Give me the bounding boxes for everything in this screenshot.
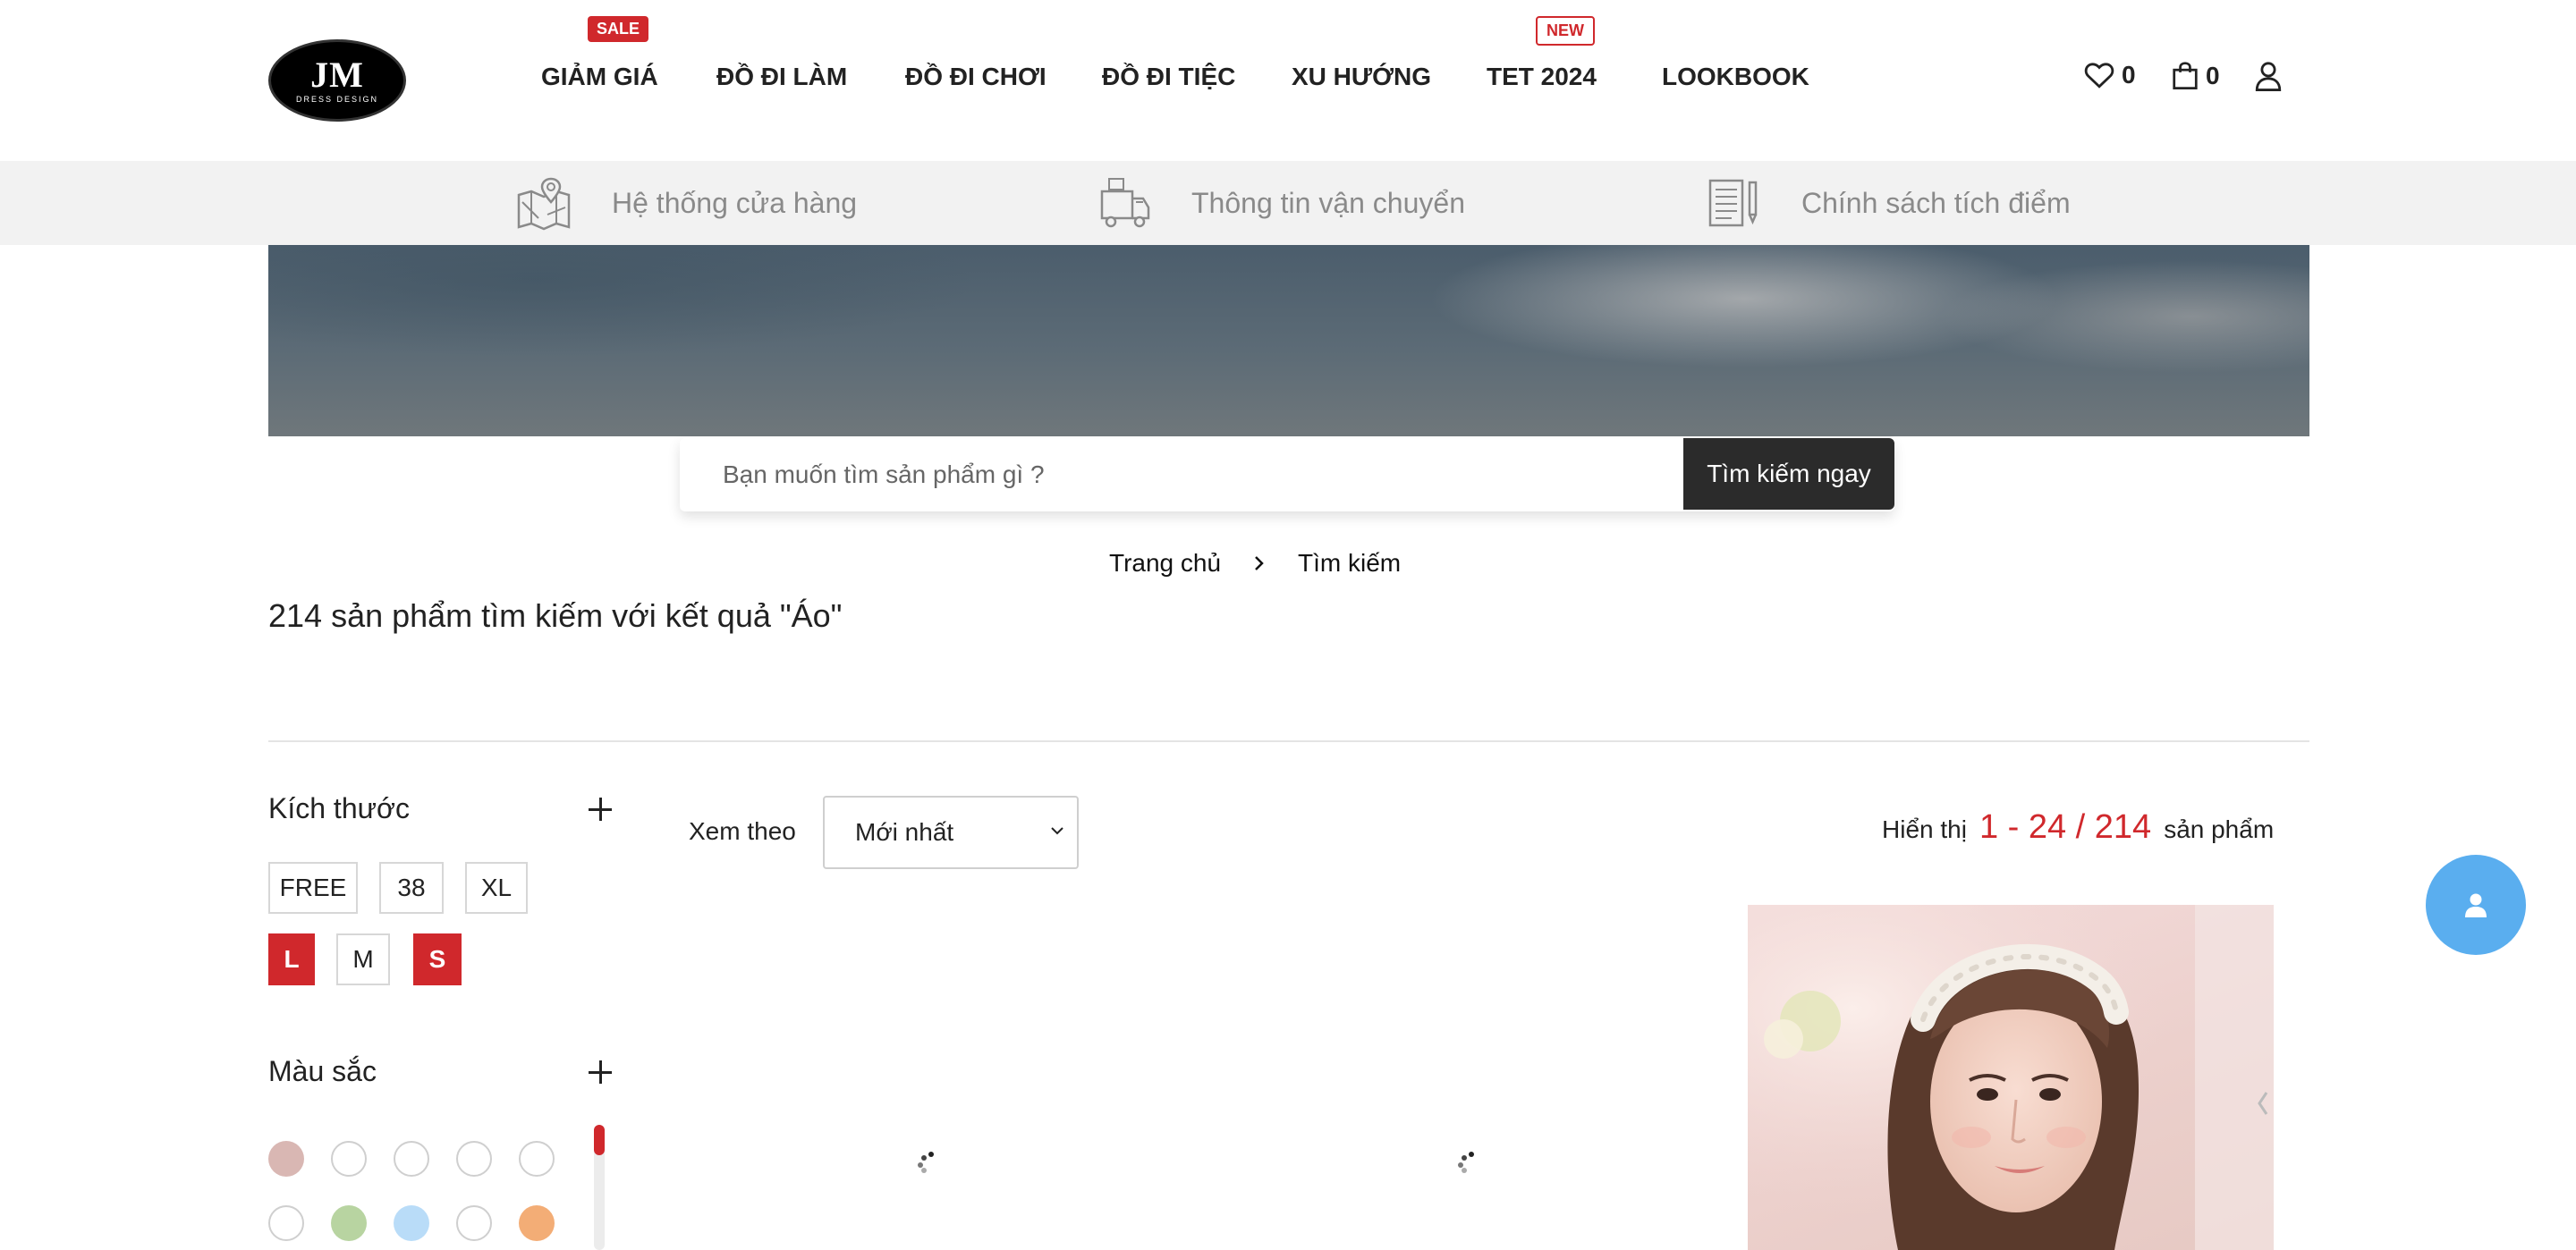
size-option-s[interactable]: S: [413, 933, 462, 985]
breadcrumb: Trang chủ Tìm kiếm: [1109, 549, 1401, 578]
logo[interactable]: JM DRESS DESIGN: [268, 39, 406, 122]
sort-selected-value: Mới nhất: [855, 818, 954, 846]
hero-banner: [268, 245, 2309, 436]
color-swatch[interactable]: [394, 1205, 429, 1241]
count-range: 1 - 24 / 214: [1979, 808, 2152, 846]
store-system-label: Hệ thống cửa hàng: [612, 186, 858, 219]
color-scrollbar-thumb[interactable]: [594, 1125, 605, 1155]
store-map-icon: [517, 177, 571, 231]
wishlist-button[interactable]: 0: [2084, 61, 2136, 89]
color-swatch[interactable]: [456, 1141, 492, 1177]
color-swatch[interactable]: [331, 1205, 367, 1241]
site-header: JM DRESS DESIGN SALE GIẢM GIÁ ĐỒ ĐI LÀM …: [0, 0, 2576, 161]
plus-icon: [589, 1060, 612, 1084]
logo-main-text: JM: [310, 55, 364, 95]
shipping-info-label: Thông tin vận chuyển: [1191, 186, 1465, 219]
divider: [268, 740, 2309, 742]
logo-sub-text: DRESS DESIGN: [295, 95, 378, 104]
breadcrumb-home[interactable]: Trang chủ: [1109, 549, 1221, 578]
floating-contact-button[interactable]: [2426, 855, 2526, 955]
search-input[interactable]: [680, 438, 1682, 511]
size-option-l[interactable]: L: [268, 933, 315, 985]
points-policy-link[interactable]: Chính sách tích điểm: [1705, 175, 2071, 231]
loading-spinner-icon: [916, 1152, 937, 1173]
color-swatch[interactable]: [394, 1141, 429, 1177]
size-filter-toggle[interactable]: Kích thước: [268, 792, 612, 825]
size-option-xl[interactable]: XL: [465, 862, 528, 914]
cart-button[interactable]: 0: [2172, 61, 2220, 91]
size-option-m[interactable]: M: [336, 933, 390, 985]
nav-item-giam-gia[interactable]: GIẢM GIÁ: [541, 63, 658, 91]
chevron-down-icon: [1051, 827, 1063, 835]
search-box: Tìm kiếm ngay: [680, 438, 1894, 511]
cart-count: 0: [2206, 62, 2220, 89]
policy-document-icon: [1708, 179, 1758, 227]
color-swatch[interactable]: [519, 1205, 555, 1241]
nav-item-do-di-tiec[interactable]: ĐỒ ĐI TIỆC: [1102, 63, 1235, 91]
nav-item-xu-huong[interactable]: XU HƯỚNG: [1292, 63, 1431, 91]
color-swatch[interactable]: [331, 1141, 367, 1177]
chevron-right-icon: [1253, 554, 1266, 572]
nav-item-do-di-lam[interactable]: ĐỒ ĐI LÀM: [716, 63, 847, 91]
product-photo: [1748, 905, 2274, 1250]
search-results-title: 214 sản phẩm tìm kiếm với kết quả "Áo": [268, 597, 843, 634]
store-system-link[interactable]: Hệ thống cửa hàng: [515, 175, 857, 231]
user-icon: [2465, 893, 2487, 917]
search-button[interactable]: Tìm kiếm ngay: [1683, 438, 1894, 510]
size-option-38[interactable]: 38: [379, 862, 444, 914]
loading-spinner-icon: [1456, 1152, 1478, 1173]
color-swatch[interactable]: [268, 1141, 304, 1177]
plus-icon: [589, 797, 612, 821]
nav-item-tet-2024[interactable]: TET 2024: [1487, 63, 1597, 91]
sort-label: Xem theo: [689, 817, 796, 845]
wishlist-count: 0: [2122, 61, 2136, 89]
shipping-info-link[interactable]: Thông tin vận chuyển: [1097, 175, 1465, 231]
color-swatch[interactable]: [519, 1141, 555, 1177]
size-filter-title: Kích thước: [268, 792, 411, 824]
nav-item-do-di-choi[interactable]: ĐỒ ĐI CHƠI: [905, 63, 1046, 91]
color-filter-toggle[interactable]: Màu sắc: [268, 1055, 612, 1088]
sale-badge: SALE: [588, 16, 649, 42]
sort-select[interactable]: Mới nhất: [823, 796, 1079, 869]
product-image[interactable]: [1748, 905, 2274, 1250]
heart-icon: [2084, 63, 2114, 89]
breadcrumb-current: Tìm kiếm: [1298, 549, 1402, 577]
account-button[interactable]: [2254, 61, 2283, 91]
new-badge: NEW: [1536, 16, 1595, 46]
points-policy-label: Chính sách tích điểm: [1801, 186, 2071, 219]
color-swatch[interactable]: [456, 1205, 492, 1241]
user-icon: [2255, 62, 2282, 91]
color-swatch[interactable]: [268, 1205, 304, 1241]
info-bar: Hệ thống cửa hàng Thông tin vận chuyển C…: [0, 161, 2576, 245]
shopping-bag-icon: [2173, 62, 2198, 89]
size-option-free[interactable]: FREE: [268, 862, 358, 914]
count-suffix: sản phẩm: [2164, 815, 2275, 843]
delivery-truck-icon: [1100, 178, 1150, 228]
color-filter-title: Màu sắc: [268, 1055, 377, 1087]
count-prefix: Hiển thị: [1882, 815, 1967, 843]
result-count: Hiển thị 1 - 24 / 214 sản phẩm: [1882, 808, 2274, 847]
nav-item-lookbook[interactable]: LOOKBOOK: [1662, 63, 1809, 91]
